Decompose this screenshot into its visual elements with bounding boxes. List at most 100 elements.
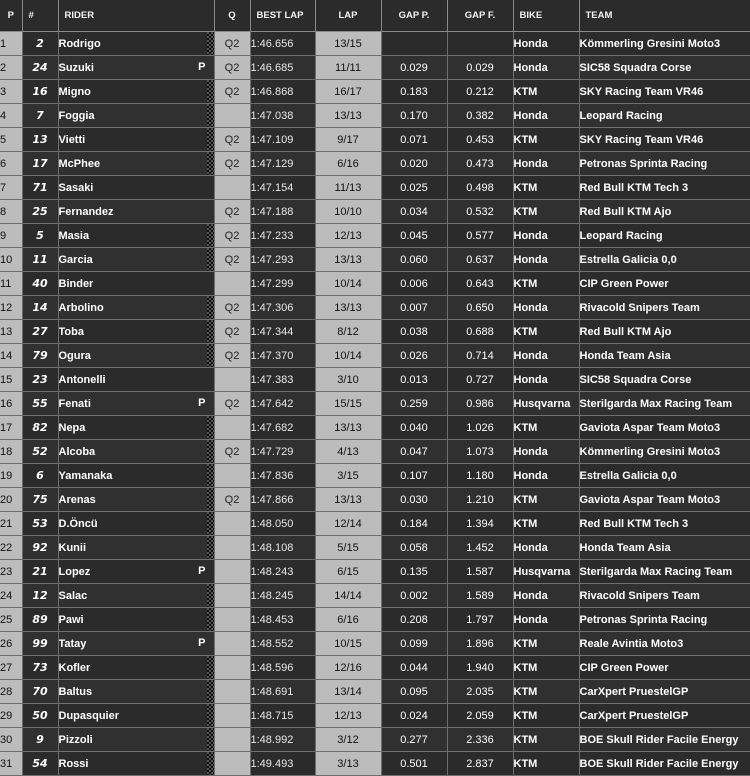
table-row[interactable]: 28 70 Baltus 1:48.691 13/14 0.095 2.035 KTM CarX…	[0, 679, 750, 704]
gap-previous-cell: 0.135	[381, 559, 448, 584]
table-row[interactable]: 22 92 Kunii 1:48.108 5/15 0.058 1.452 Honda Hond…	[0, 535, 750, 560]
header-number[interactable]: #	[22, 0, 59, 32]
table-header: P # RIDER Q BEST LAP LAP GAP P. GAP F. B…	[0, 0, 750, 32]
gap-first-cell: 1.026	[447, 415, 514, 440]
gap-previous-cell: 0.259	[381, 391, 448, 416]
rider-number: 75	[22, 487, 59, 512]
rider-name: Nepa	[58, 421, 86, 434]
rider-name: Sasaki	[58, 181, 94, 194]
gap-first-cell: 0.986	[447, 391, 514, 416]
header-qualifying[interactable]: Q	[214, 0, 251, 32]
table-row[interactable]: 18 52 Alcoba Q2 1:47.729 4/13 0.047 1.073 Honda K…	[0, 439, 750, 464]
header-gap-first[interactable]: GAP F.	[447, 0, 514, 32]
gap-previous-cell: 0.183	[381, 79, 448, 104]
gap-first-cell: 1.587	[447, 559, 514, 584]
rider-number: 5	[22, 223, 59, 248]
table-row[interactable]: 19 6 Yamanaka 1:47.836 3/15 0.107 1.180 Honda Es…	[0, 463, 750, 488]
rider-name: Vietti	[58, 133, 86, 146]
position-cell: 29	[0, 703, 23, 728]
table-row[interactable]: 9 5 Masia Q2 1:47.233 12/13 0.045 0.577 Honda Leo…	[0, 223, 750, 248]
header-gap-previous[interactable]: GAP P.	[381, 0, 448, 32]
table-row[interactable]: 30 9 Pizzoli 1:48.992 3/12 0.277 2.336 KTM BOE S…	[0, 727, 750, 752]
lap-cell: 10/14	[315, 343, 382, 368]
gap-previous-cell: 0.099	[381, 631, 448, 656]
team-cell: SIC58 Squadra Corse	[579, 55, 750, 80]
qualifying-cell: Q2	[214, 79, 251, 104]
best-lap-cell: 1:48.715	[250, 703, 316, 728]
table-row[interactable]: 20 75 Arenas Q2 1:47.866 13/13 0.030 1.210 KTM Ga…	[0, 487, 750, 512]
position-cell: 20	[0, 487, 23, 512]
table-row[interactable]: 3 16 Migno Q2 1:46.868 16/17 0.183 0.212 KTM SKY …	[0, 79, 750, 104]
checkered-flag-icon	[206, 584, 213, 607]
header-bike[interactable]: BIKE	[513, 0, 580, 32]
position-cell: 30	[0, 727, 23, 752]
gap-previous-cell: 0.013	[381, 367, 448, 392]
table-row[interactable]: 24 12 Salac 1:48.245 14/14 0.002 1.589 Honda Riv…	[0, 583, 750, 608]
table-row[interactable]: 4 7 Foggia 1:47.038 13/13 0.170 0.382 Honda Leop…	[0, 103, 750, 128]
position-cell: 17	[0, 415, 23, 440]
qualifying-cell: Q2	[214, 151, 251, 176]
qualifying-cell: Q2	[214, 391, 251, 416]
bike-cell: KTM	[513, 79, 580, 104]
table-row[interactable]: 5 13 Vietti Q2 1:47.109 9/17 0.071 0.453 KTM SKY …	[0, 127, 750, 152]
gap-first-cell: 0.643	[447, 271, 514, 296]
rider-number: 21	[22, 559, 59, 584]
rider-cell: Arenas	[58, 487, 215, 512]
table-row[interactable]: 13 27 Toba Q2 1:47.344 8/12 0.038 0.688 KTM Red B…	[0, 319, 750, 344]
table-row[interactable]: 6 17 McPhee Q2 1:47.129 6/16 0.020 0.473 Honda Pe…	[0, 151, 750, 176]
table-row[interactable]: 11 40 Binder 1:47.299 10/14 0.006 0.643 KTM CIP …	[0, 271, 750, 296]
rider-cell: Dupasquier	[58, 703, 215, 728]
rider-number: 89	[22, 607, 59, 632]
header-position[interactable]: P	[0, 0, 23, 32]
rider-name: Migno	[58, 85, 91, 98]
rider-name: D.Öncü	[58, 517, 98, 530]
qualifying-cell: Q2	[214, 247, 251, 272]
team-cell: BOE Skull Rider Facile Energy	[579, 751, 750, 776]
table-row[interactable]: 27 73 Kofler 1:48.596 12/16 0.044 1.940 KTM CIP …	[0, 655, 750, 680]
table-row[interactable]: 12 14 Arbolino Q2 1:47.306 13/13 0.007 0.650 Hon…	[0, 295, 750, 320]
team-cell: Rivacold Snipers Team	[579, 295, 750, 320]
table-row[interactable]: 25 89 Pawi 1:48.453 6/16 0.208 1.797 Honda Petro…	[0, 607, 750, 632]
table-row[interactable]: 16 55 Fenati P Q2 1:47.642 15/15 0.259 0.986 Husq…	[0, 391, 750, 416]
gap-previous-cell: 0.047	[381, 439, 448, 464]
rider-number: 82	[22, 415, 59, 440]
table-row[interactable]: 8 25 Fernandez Q2 1:47.188 10/10 0.034 0.532 KTM…	[0, 199, 750, 224]
rider-cell: Migno	[58, 79, 215, 104]
best-lap-cell: 1:47.306	[250, 295, 316, 320]
table-row[interactable]: 23 21 Lopez P 1:48.243 6/15 0.135 1.587 Husqvarn…	[0, 559, 750, 584]
gap-first-cell: 0.212	[447, 79, 514, 104]
team-cell: Sterilgarda Max Racing Team	[579, 559, 750, 584]
penalty-mark: P	[198, 397, 206, 409]
gap-first-cell: 0.577	[447, 223, 514, 248]
table-row[interactable]: 21 53 D.Öncü 1:48.050 12/14 0.184 1.394 KTM Red …	[0, 511, 750, 536]
table-row[interactable]: 7 71 Sasaki 1:47.154 11/13 0.025 0.498 KTM Red B…	[0, 175, 750, 200]
table-row[interactable]: 14 79 Ogura Q2 1:47.370 10/14 0.026 0.714 Honda H…	[0, 343, 750, 368]
header-best-lap[interactable]: BEST LAP	[250, 0, 316, 32]
gap-first-cell: 1.073	[447, 439, 514, 464]
gap-previous-cell: 0.277	[381, 727, 448, 752]
position-cell: 21	[0, 511, 23, 536]
rider-cell: Kofler	[58, 655, 215, 680]
bike-cell: Honda	[513, 439, 580, 464]
lap-cell: 13/13	[315, 487, 382, 512]
position-cell: 10	[0, 247, 23, 272]
header-lap[interactable]: LAP	[315, 0, 382, 32]
table-row[interactable]: 29 50 Dupasquier 1:48.715 12/13 0.024 2.059 KTM…	[0, 703, 750, 728]
table-row[interactable]: 17 82 Nepa 1:47.682 13/13 0.040 1.026 KTM Gaviot…	[0, 415, 750, 440]
header-rider[interactable]: RIDER	[58, 0, 215, 32]
rider-name: Fernandez	[58, 205, 114, 218]
lap-cell: 12/16	[315, 655, 382, 680]
best-lap-cell: 1:48.453	[250, 607, 316, 632]
table-row[interactable]: 26 99 Tatay P 1:48.552 10/15 0.099 1.896 KTM Real…	[0, 631, 750, 656]
gap-previous-cell: 0.170	[381, 103, 448, 128]
table-row[interactable]: 2 24 Suzuki P Q2 1:46.685 11/11 0.029 0.029 Honda…	[0, 55, 750, 80]
lap-cell: 6/15	[315, 559, 382, 584]
header-team[interactable]: TEAM	[579, 0, 750, 32]
table-row[interactable]: 31 54 Rossi 1:49.493 3/13 0.501 2.837 KTM BOE Sk…	[0, 751, 750, 776]
best-lap-cell: 1:47.383	[250, 367, 316, 392]
table-row[interactable]: 1 2 Rodrigo Q2 1:46.656 13/15 Honda Kömmerling …	[0, 31, 750, 56]
table-row[interactable]: 15 23 Antonelli 1:47.383 3/10 0.013 0.727 Honda…	[0, 367, 750, 392]
qualifying-cell: Q2	[214, 127, 251, 152]
table-row[interactable]: 10 11 Garcia Q2 1:47.293 13/13 0.060 0.637 Honda…	[0, 247, 750, 272]
bike-cell: KTM	[513, 751, 580, 776]
